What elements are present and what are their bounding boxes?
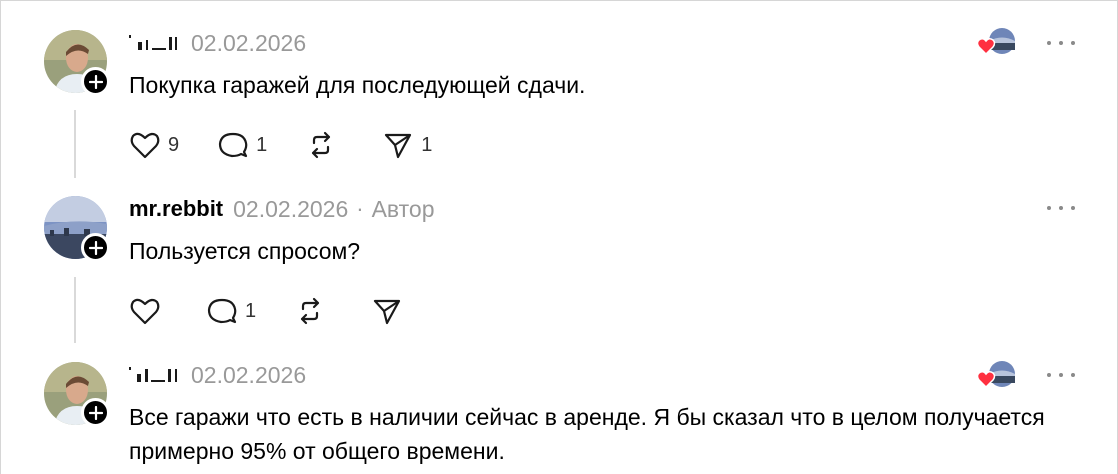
post-date[interactable]: 02.02.2026 [191, 362, 306, 389]
follow-button[interactable] [81, 398, 110, 427]
post-header: 02.02.2026 [129, 360, 306, 390]
plus-icon [88, 405, 103, 420]
redacted-username[interactable] [129, 365, 181, 385]
liked-by-avatar[interactable] [975, 361, 1017, 391]
post-3: 02.02.2026 Все гаражи что есть в наличии… [0, 0, 1118, 474]
post-text: Все гаражи что есть в наличии сейчас в а… [129, 404, 1045, 464]
heart-icon [976, 370, 996, 389]
more-button[interactable] [1047, 369, 1075, 381]
